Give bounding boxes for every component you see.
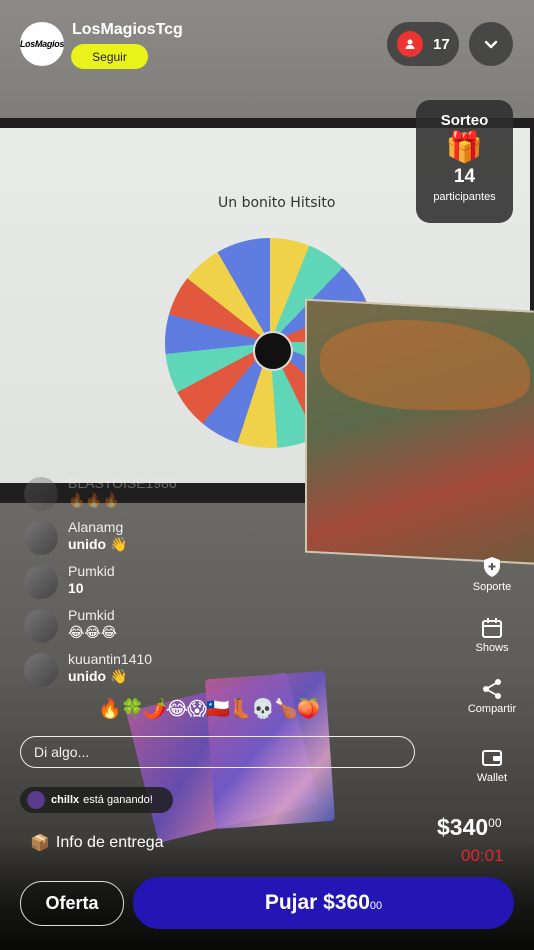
share-label: Compartir — [467, 703, 517, 715]
follow-button[interactable]: Seguir — [71, 44, 148, 69]
chat-username[interactable]: BLASTOISE1986 — [68, 475, 177, 492]
chat-avatar[interactable] — [24, 521, 58, 555]
support-button[interactable]: Soporte — [456, 553, 528, 593]
quick-reactions[interactable]: 🔥🍀🌶️😂😱🇨🇱👢💀🍗🍑 — [98, 697, 320, 721]
chat-text: 🔥🔥🔥 — [68, 492, 121, 508]
calendar-icon — [456, 614, 528, 642]
chat-username[interactable]: kuuantin1410 — [68, 651, 152, 668]
chat-message: Pumkid 😂😂😂 — [24, 607, 344, 651]
viewer-count-pill[interactable]: 17 — [387, 22, 459, 66]
wheel-title: Un bonito Hitsito — [218, 195, 336, 211]
participants-label: participantes — [433, 191, 496, 203]
giveaway-card[interactable]: Sorteo 🎁 14 participantes — [416, 100, 513, 223]
chat-username[interactable]: Pumkid — [68, 563, 115, 580]
user-icon — [397, 31, 423, 57]
price-cents: 00 — [488, 816, 502, 830]
share-button[interactable]: Compartir — [456, 675, 528, 715]
chat-avatar[interactable] — [24, 565, 58, 599]
chat-message: BLASTOISE1986 🔥🔥🔥 — [24, 475, 344, 519]
offer-button[interactable]: Oferta — [20, 881, 124, 926]
chevron-down-button[interactable] — [469, 22, 513, 66]
giveaway-title: Sorteo — [440, 112, 489, 129]
chat-text: 😂😂😂 — [68, 624, 118, 640]
winning-bidder-badge: chillx está ganando! — [20, 787, 173, 813]
shows-label: Shows — [475, 642, 509, 654]
winner-text: está ganando! — [83, 794, 153, 806]
participant-count: 14 — [453, 166, 476, 187]
chat-text: 10 — [68, 580, 84, 596]
chat-username[interactable]: Alanamg — [68, 519, 127, 536]
wallet-icon — [456, 744, 528, 772]
package-icon: 📦 — [30, 835, 50, 852]
chat-message: Alanamg unido 👋 — [24, 519, 344, 563]
chat-input-placeholder: Di algo... — [34, 744, 90, 760]
wallet-button[interactable]: Wallet — [456, 744, 528, 784]
avatar-logo-text: LosMagios — [20, 39, 64, 49]
bid-label: Pujar $360 — [264, 891, 370, 914]
winner-avatar — [27, 791, 45, 809]
chat-username[interactable]: Pumkid — [68, 607, 117, 624]
delivery-label: Info de entrega — [55, 834, 164, 851]
viewer-count: 17 — [433, 35, 450, 53]
wallet-label: Wallet — [476, 772, 508, 784]
chat-feed: BLASTOISE1986 🔥🔥🔥 Alanamg unido 👋 Pumkid… — [24, 475, 344, 695]
chat-avatar[interactable] — [24, 609, 58, 643]
chat-text: unido 👋 — [68, 668, 128, 684]
shield-plus-icon — [456, 553, 528, 581]
gift-icon: 🎁 — [445, 131, 484, 164]
streamer-name[interactable]: LosMagiosTcg — [72, 21, 183, 39]
winner-username: chillx — [51, 794, 80, 806]
support-label: Soporte — [472, 581, 512, 593]
shows-button[interactable]: Shows — [456, 614, 528, 654]
delivery-info-link[interactable]: 📦 Info de entrega — [30, 833, 164, 853]
wheel-hub — [253, 331, 293, 371]
bid-cents: 00 — [369, 900, 383, 912]
bid-button[interactable]: Pujar $360 00 — [133, 877, 514, 929]
streamer-avatar[interactable]: LosMagios — [20, 22, 64, 66]
chat-message: Pumkid 10 — [24, 563, 344, 607]
current-price: $34000 — [437, 814, 502, 841]
chat-avatar[interactable] — [24, 653, 58, 687]
auction-timer: 00:01 — [461, 846, 504, 865]
chat-text: unido 👋 — [68, 536, 128, 552]
chat-input[interactable]: Di algo... — [20, 736, 415, 768]
chat-avatar[interactable] — [24, 477, 58, 511]
chat-message: kuuantin1410 unido 👋 — [24, 651, 344, 695]
share-icon — [456, 675, 528, 703]
price-amount: $340 — [437, 814, 489, 840]
chevron-down-icon — [484, 40, 498, 49]
